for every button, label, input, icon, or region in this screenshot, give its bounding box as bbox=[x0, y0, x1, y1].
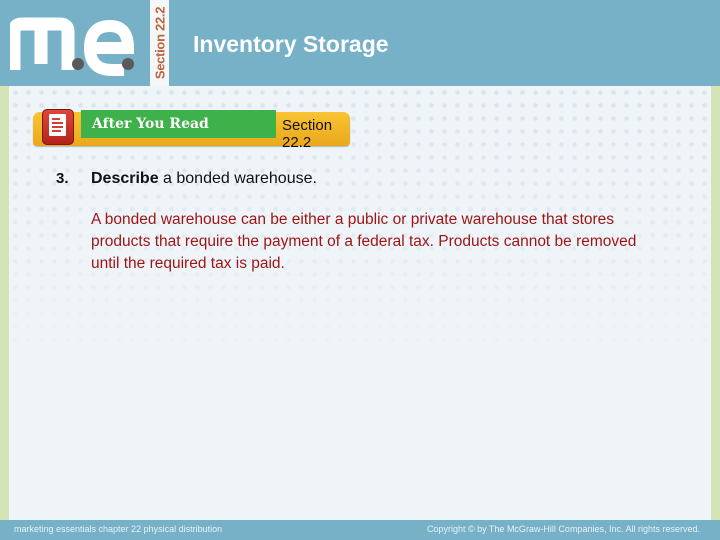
me-logo bbox=[10, 17, 135, 76]
banner-section: Section 22.2 bbox=[282, 117, 333, 151]
section-tab: Section 22.2 bbox=[150, 0, 169, 86]
banner-label: After You Read bbox=[92, 116, 209, 132]
question-text: Describe a bonded warehouse. bbox=[91, 170, 317, 188]
header-bar: Section 22.2 Inventory Storage bbox=[0, 0, 720, 86]
footer-copyright: Copyright © by The McGraw-Hill Companies… bbox=[426, 524, 700, 534]
section-tab-label: Section 22.2 bbox=[152, 6, 167, 80]
question-number: 3. bbox=[56, 170, 69, 187]
document-icon bbox=[42, 109, 74, 145]
after-you-read-banner: After You Read Section 22.2 bbox=[33, 109, 350, 151]
footer-course-info: marketing essentials chapter 22 physical… bbox=[14, 524, 223, 534]
page-title: Inventory Storage bbox=[193, 31, 389, 57]
answer-text: A bonded warehouse can be either a publi… bbox=[91, 211, 637, 272]
question-rest: a bonded warehouse. bbox=[158, 170, 317, 187]
question-keyword: Describe bbox=[91, 170, 159, 187]
left-accent-strip bbox=[0, 86, 9, 520]
footer-bar: marketing essentials chapter 22 physical… bbox=[0, 520, 720, 540]
right-accent-strip bbox=[711, 86, 720, 520]
banner-green-label: After You Read bbox=[81, 110, 276, 138]
